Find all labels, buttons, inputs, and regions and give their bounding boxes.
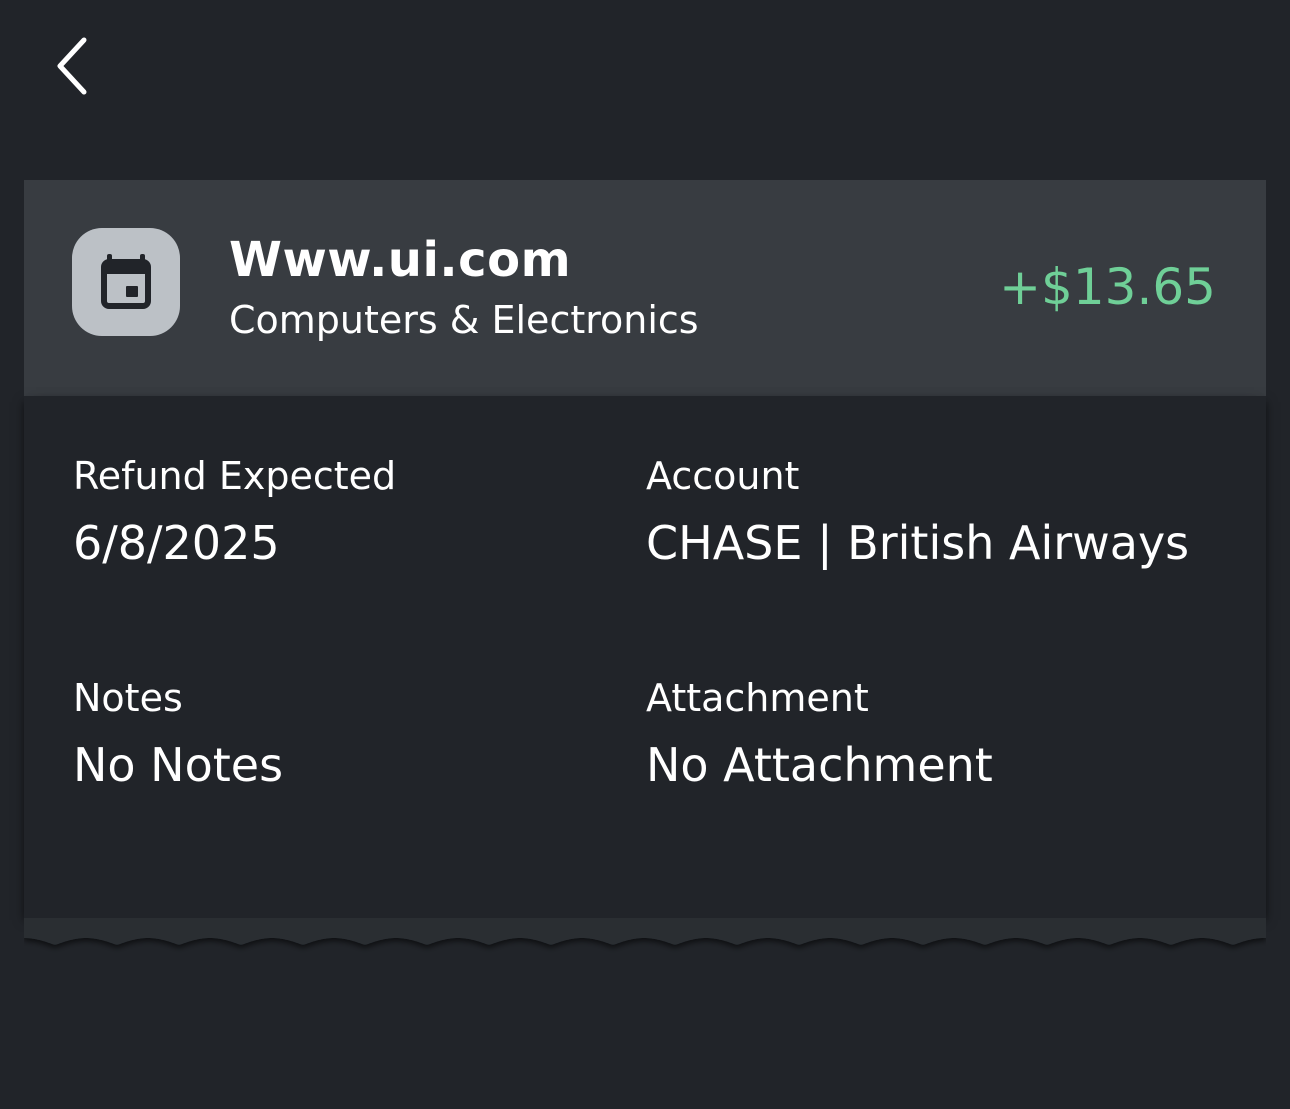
merchant-name: Www.ui.com [229,232,572,288]
calendar-icon [101,254,151,309]
transaction-card: Www.ui.com Computers & Electronics +$13.… [24,180,1266,940]
merchant-category: Computers & Electronics [229,298,699,342]
account-label: Account [646,454,800,498]
merchant-avatar [72,228,180,336]
receipt-torn-edge [24,918,1266,945]
account-value[interactable]: CHASE | British Airways [646,516,1189,570]
attachment-label: Attachment [646,676,869,720]
attachment-value[interactable]: No Attachment [646,738,993,792]
transaction-details: Refund Expected 6/8/2025 Account CHASE |… [24,396,1266,926]
transaction-amount: +$13.65 [999,258,1216,316]
notes-value[interactable]: No Notes [73,738,283,792]
refund-expected-value: 6/8/2025 [73,516,280,570]
notes-label: Notes [73,676,183,720]
chevron-left-icon [57,37,87,95]
back-button[interactable] [40,30,104,102]
refund-expected-label: Refund Expected [73,454,397,498]
transaction-header: Www.ui.com Computers & Electronics +$13.… [24,180,1266,396]
